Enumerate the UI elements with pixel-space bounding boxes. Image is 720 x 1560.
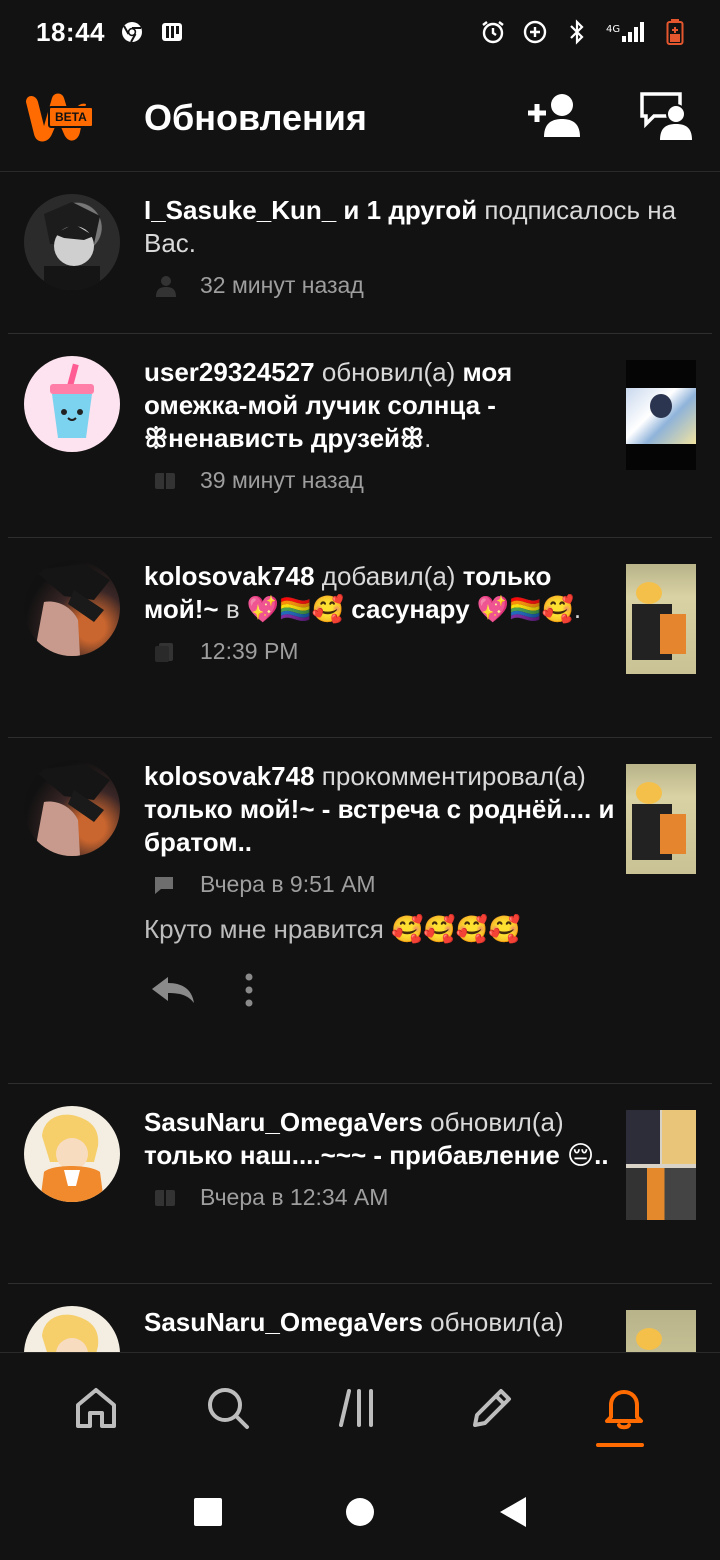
app-icon	[159, 19, 185, 45]
back-button[interactable]	[496, 1495, 528, 1534]
feed-item[interactable]: user29324527 обновил(а) моя омежка-мой л…	[8, 334, 712, 538]
messages-icon[interactable]	[640, 90, 692, 145]
write-icon	[469, 1385, 515, 1436]
bluetooth-icon	[564, 19, 590, 45]
notification-text: SasuNaru_OmegaVers обновил(а) только наш…	[144, 1107, 609, 1170]
data-saver-icon	[522, 19, 548, 45]
feed-item[interactable]: I_Sasuke_Kun_ и 1 другой подписалось на …	[8, 172, 712, 334]
notification-time: Вчера в 9:51 AM	[200, 871, 376, 897]
system-navigation	[0, 1468, 720, 1560]
avatar[interactable]	[24, 194, 120, 290]
story-cover[interactable]	[626, 360, 696, 470]
notification-time: 12:39 PM	[200, 638, 299, 664]
status-time: 18:44	[36, 16, 105, 47]
search-icon	[205, 1385, 251, 1436]
recents-button[interactable]	[192, 1496, 224, 1533]
home-icon	[73, 1385, 119, 1436]
comment-icon	[152, 874, 178, 896]
feed-item[interactable]: kolosovak748 добавил(а) только мой!~ в 💖…	[8, 538, 712, 738]
story-cover[interactable]	[626, 1110, 696, 1220]
nav-write[interactable]	[452, 1371, 532, 1451]
app-header: BETA Обновления	[0, 64, 720, 172]
avatar[interactable]	[24, 356, 120, 452]
more-options-icon[interactable]	[244, 973, 254, 1012]
avatar[interactable]	[24, 560, 120, 656]
comment-text: Круто мне нравится 🥰🥰🥰🥰	[144, 914, 521, 944]
book-icon	[152, 470, 178, 492]
nav-library[interactable]	[320, 1371, 400, 1451]
story-cover[interactable]	[626, 1310, 696, 1352]
page-title: Обновления	[144, 96, 367, 138]
nav-search[interactable]	[188, 1371, 268, 1451]
feed-item[interactable]: SasuNaru_OmegaVers обновил(а)	[8, 1284, 712, 1352]
reply-icon[interactable]	[150, 975, 196, 1010]
feed-item[interactable]: kolosovak748 прокомментировал(а) только …	[8, 738, 712, 1084]
notification-text: I_Sasuke_Kun_ и 1 другой подписалось на …	[144, 195, 677, 258]
network-type: 4G	[606, 24, 620, 35]
battery-icon	[666, 19, 684, 45]
book-icon	[152, 1187, 178, 1209]
story-cover[interactable]	[626, 564, 696, 674]
add-user-icon[interactable]	[526, 91, 584, 144]
bottom-navigation	[0, 1352, 720, 1468]
avatar[interactable]	[24, 1306, 120, 1352]
list-icon	[152, 641, 178, 663]
notification-time: 32 минут назад	[200, 272, 364, 298]
notification-text: kolosovak748 добавил(а) только мой!~ в 💖…	[144, 561, 582, 624]
notification-time: 39 минут назад	[200, 467, 364, 493]
status-bar: 18:44 4G	[0, 0, 720, 64]
notifications-icon	[601, 1385, 647, 1436]
nav-notifications[interactable]	[584, 1371, 664, 1451]
feed-item[interactable]: SasuNaru_OmegaVers обновил(а) только наш…	[8, 1084, 712, 1284]
beta-badge: BETA	[48, 105, 94, 128]
nav-home[interactable]	[56, 1371, 136, 1451]
wattpad-logo[interactable]: BETA	[20, 88, 94, 148]
story-cover[interactable]	[626, 764, 696, 874]
notifications-feed: I_Sasuke_Kun_ и 1 другой подписалось на …	[0, 172, 720, 1352]
library-icon	[337, 1385, 383, 1436]
notification-text: user29324527 обновил(а) моя омежка-мой л…	[144, 357, 513, 453]
signal-icon: 4G	[606, 19, 650, 45]
home-button[interactable]	[344, 1496, 376, 1533]
alarm-icon	[480, 19, 506, 45]
user-icon	[152, 275, 178, 297]
avatar[interactable]	[24, 1106, 120, 1202]
notification-time: Вчера в 12:34 AM	[200, 1184, 389, 1210]
notification-text: kolosovak748 прокомментировал(а) только …	[144, 761, 615, 857]
avatar[interactable]	[24, 760, 120, 856]
chrome-icon	[119, 19, 145, 45]
notification-text: SasuNaru_OmegaVers обновил(а)	[144, 1307, 564, 1337]
